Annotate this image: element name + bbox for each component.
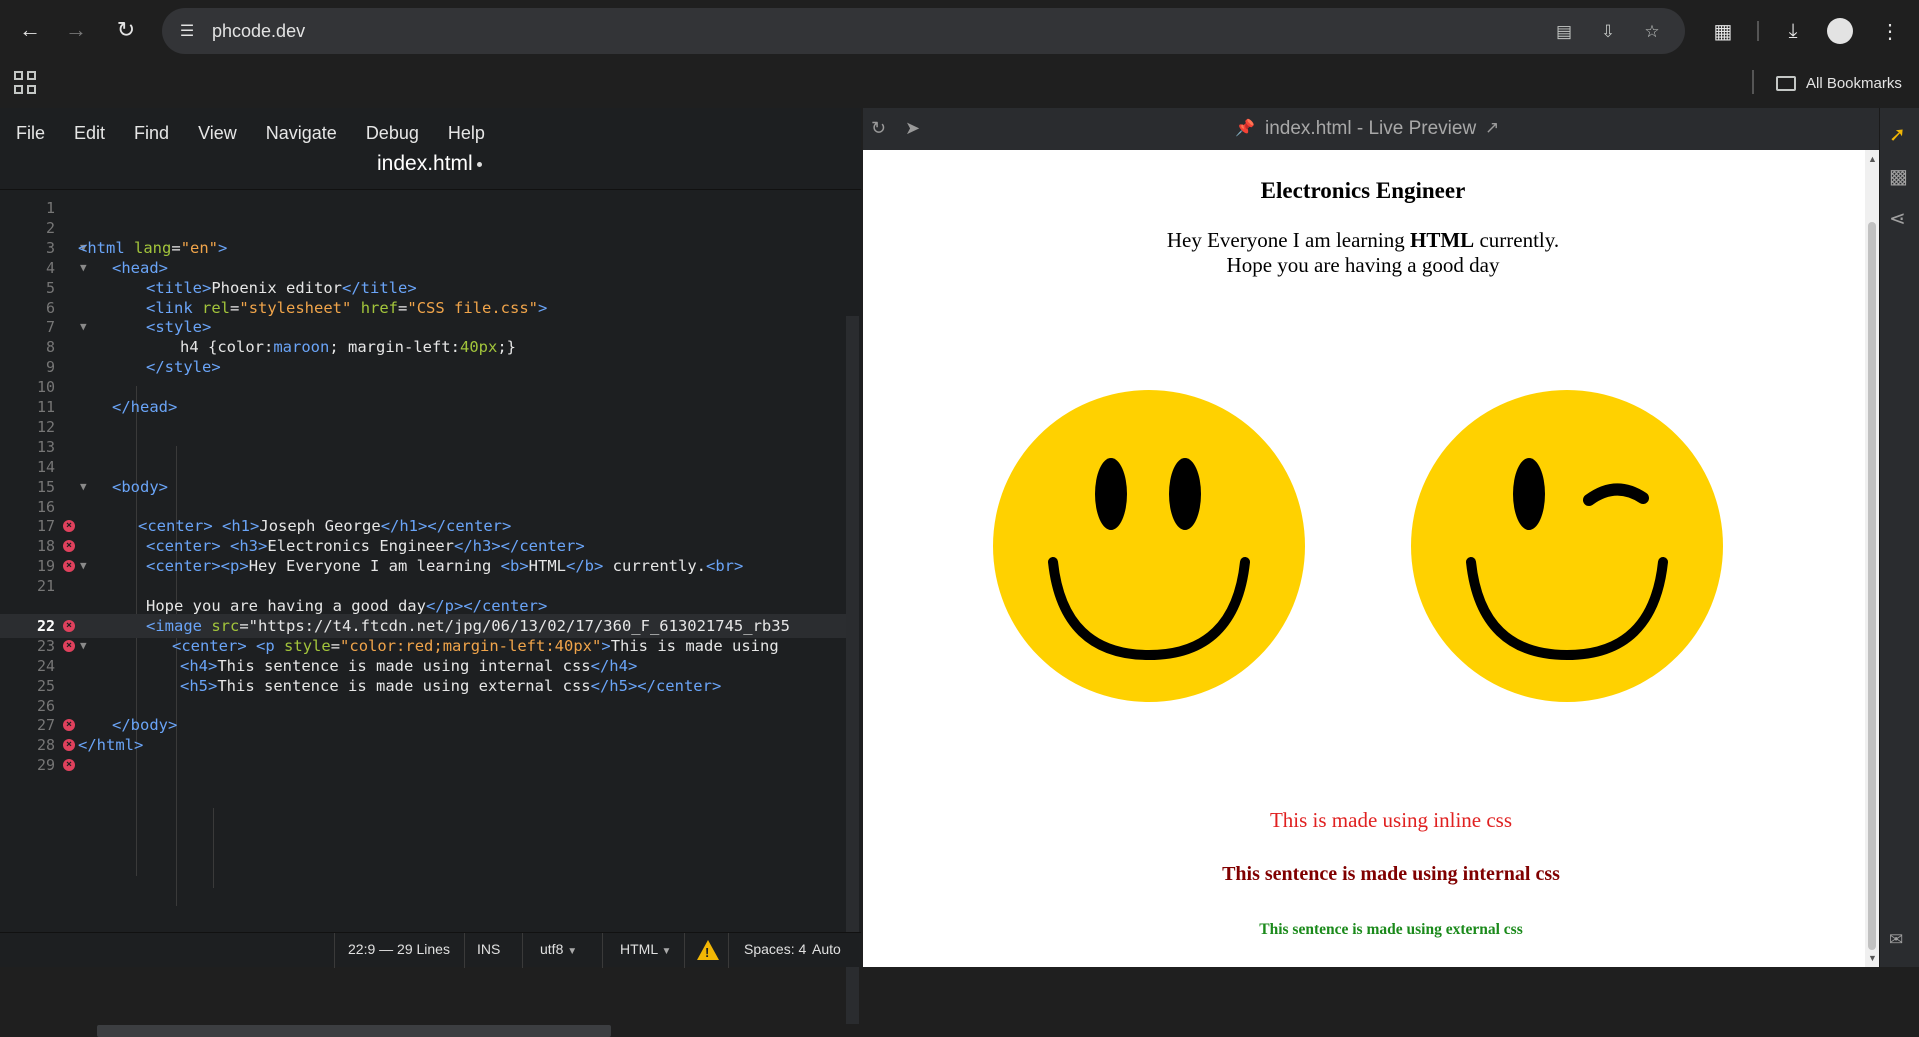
file-title-text: index.html — [377, 152, 473, 175]
wink-open-eye — [1513, 458, 1545, 530]
winking-smiley-image — [1411, 390, 1723, 702]
all-bookmarks-label: All Bookmarks — [1806, 74, 1902, 92]
browser-toolbar: ← → ↻ ☰ phcode.dev ▤ ⇩ ☆ ▦ ⤓ ⋮ — [0, 0, 1919, 62]
status-divider — [464, 933, 465, 968]
cursor-position[interactable]: 22:9 — 29 Lines — [348, 941, 450, 957]
toolbar-divider — [1757, 21, 1759, 41]
lint-error-icon[interactable]: × — [63, 560, 75, 573]
reload-icon[interactable]: ↻ — [108, 12, 144, 48]
code-area[interactable]: 1 2 3 ▼ <html lang="en"> 4 ▼ <head> 5 <title>Phoe… — [0, 192, 861, 932]
clipboard-icon[interactable]: ▤ — [1551, 19, 1577, 45]
indent-setting[interactable]: Spaces: 4 — [744, 941, 806, 957]
inspect-pointer-icon[interactable]: ➤ — [905, 118, 920, 139]
smiley-image — [993, 390, 1305, 702]
feedback-icon[interactable]: ✉ — [1889, 930, 1913, 954]
smiley-left-eye — [1095, 458, 1127, 530]
reload-preview-icon[interactable]: ↻ — [871, 118, 886, 139]
preview-document: Electronics Engineer Hey Everyone I am l… — [863, 150, 1865, 967]
menu-find[interactable]: Find — [134, 123, 169, 144]
language-label: HTML — [620, 941, 658, 957]
language-dropdown[interactable]: HTML ▼ — [620, 941, 671, 957]
menu-edit[interactable]: Edit — [74, 123, 105, 144]
paragraph-text-end: currently. — [1474, 228, 1560, 252]
status-divider — [728, 933, 729, 968]
menu-navigate[interactable]: Navigate — [266, 123, 337, 144]
unsaved-dot-icon — [476, 161, 482, 167]
bookmark-star-icon[interactable]: ☆ — [1639, 19, 1665, 45]
encoding-label: utf8 — [540, 941, 564, 957]
open-external-icon[interactable]: ↗ — [1485, 118, 1499, 138]
bookmarks-bar: All Bookmarks — [0, 62, 1919, 108]
lint-error-icon[interactable]: × — [63, 619, 75, 632]
external-css-text: This sentence is made using external css — [1259, 921, 1523, 938]
install-app-icon[interactable]: ⇩ — [1595, 19, 1621, 45]
folder-icon — [1776, 75, 1796, 91]
auto-indent[interactable]: Auto — [812, 941, 841, 957]
status-divider — [522, 933, 523, 968]
preview-scrollbar[interactable]: ▲ ▼ — [1865, 150, 1879, 967]
lint-error-icon[interactable]: × — [63, 520, 75, 533]
menu-view[interactable]: View — [198, 123, 237, 144]
status-bar: 22:9 — 29 Lines INS utf8 ▼ HTML ▼ ! Spac… — [0, 932, 861, 968]
chevron-down-icon: ▼ — [661, 946, 672, 957]
menu-file[interactable]: File — [16, 123, 45, 144]
menu-debug[interactable]: Debug — [366, 123, 419, 144]
forward-icon[interactable]: → — [58, 12, 94, 48]
scroll-up-icon[interactable]: ▲ — [1868, 154, 1877, 164]
back-icon[interactable]: ← — [12, 12, 48, 48]
lint-error-icon[interactable]: × — [63, 739, 75, 752]
share-icon[interactable]: ⋖ — [1889, 206, 1913, 230]
insert-mode[interactable]: INS — [477, 941, 500, 957]
pin-icon[interactable]: 📌 — [1235, 118, 1255, 138]
address-bar[interactable]: ☰ phcode.dev ▤ ⇩ ☆ — [162, 8, 1685, 54]
paragraph-bold-text: HTML — [1410, 228, 1475, 252]
live-preview-title: index.html - Live Preview — [1265, 118, 1477, 139]
live-preview-panel: ↻ ➤ 📌 index.html - Live Preview ↗ Electr… — [863, 108, 1879, 967]
lint-error-icon[interactable]: × — [63, 759, 75, 772]
editor-menubar: File Edit Find View Navigate Debug Help index.… — [0, 108, 861, 190]
smiley-right-eye — [1169, 458, 1201, 530]
all-bookmarks-button[interactable]: All Bookmarks — [1776, 70, 1902, 96]
chevron-down-icon: ▼ — [567, 946, 578, 957]
inline-css-text: This is made using inline css — [1269, 808, 1513, 832]
warning-icon[interactable]: ! — [697, 940, 719, 960]
scroll-down-icon[interactable]: ▼ — [1868, 953, 1877, 963]
status-divider — [684, 933, 685, 968]
more-menu-icon[interactable]: ⋮ — [1873, 14, 1907, 48]
file-title: index.html — [377, 152, 482, 176]
apps-grid-icon[interactable] — [14, 71, 38, 95]
editor-vertical-scrollbar[interactable] — [846, 316, 859, 1024]
preview-heading: Electronics Engineer — [1260, 178, 1466, 203]
right-toolbar: ➚ ▩ ⋖ ✉ — [1879, 108, 1919, 967]
line-number[interactable]: 29 — [0, 753, 55, 777]
code-editor-panel: File Edit Find View Navigate Debug Help index.… — [0, 108, 861, 1037]
internal-css-text: This sentence is made using internal css — [1222, 863, 1560, 885]
code-line[interactable]: 29 × — [0, 753, 846, 777]
site-info-icon[interactable]: ☰ — [176, 20, 198, 42]
extensions-manager-icon[interactable]: ▩ — [1889, 164, 1913, 188]
profile-avatar-icon[interactable] — [1823, 14, 1857, 48]
editor-horizontal-scrollbar[interactable] — [97, 1025, 611, 1037]
live-preview-toggle-icon[interactable]: ➚ — [1889, 122, 1913, 146]
paragraph-text: Hey Everyone I am learning — [1166, 228, 1411, 252]
extensions-icon[interactable]: ▦ — [1706, 14, 1740, 48]
lint-error-icon[interactable]: × — [63, 719, 75, 732]
status-divider — [602, 933, 603, 968]
downloads-icon[interactable]: ⤓ — [1776, 14, 1810, 48]
lint-error-icon[interactable]: × — [63, 540, 75, 553]
indent-guide — [213, 808, 214, 888]
status-divider — [334, 933, 335, 968]
preview-paragraph: Hey Everyone I am learning HTML currentl… — [863, 228, 1863, 278]
lint-error-icon[interactable]: × — [63, 639, 75, 652]
preview-scroll-thumb[interactable] — [1868, 222, 1876, 950]
encoding-dropdown[interactable]: utf8 ▼ — [540, 941, 577, 957]
url-text[interactable]: phcode.dev — [212, 21, 305, 42]
live-preview-header: ↻ ➤ 📌 index.html - Live Preview ↗ — [863, 108, 1879, 150]
paragraph-line-2: Hope you are having a good day — [1226, 253, 1500, 277]
menu-help[interactable]: Help — [448, 123, 485, 144]
menu-list: File Edit Find View Navigate Debug Help — [0, 123, 514, 144]
bookmarks-divider — [1752, 70, 1754, 94]
